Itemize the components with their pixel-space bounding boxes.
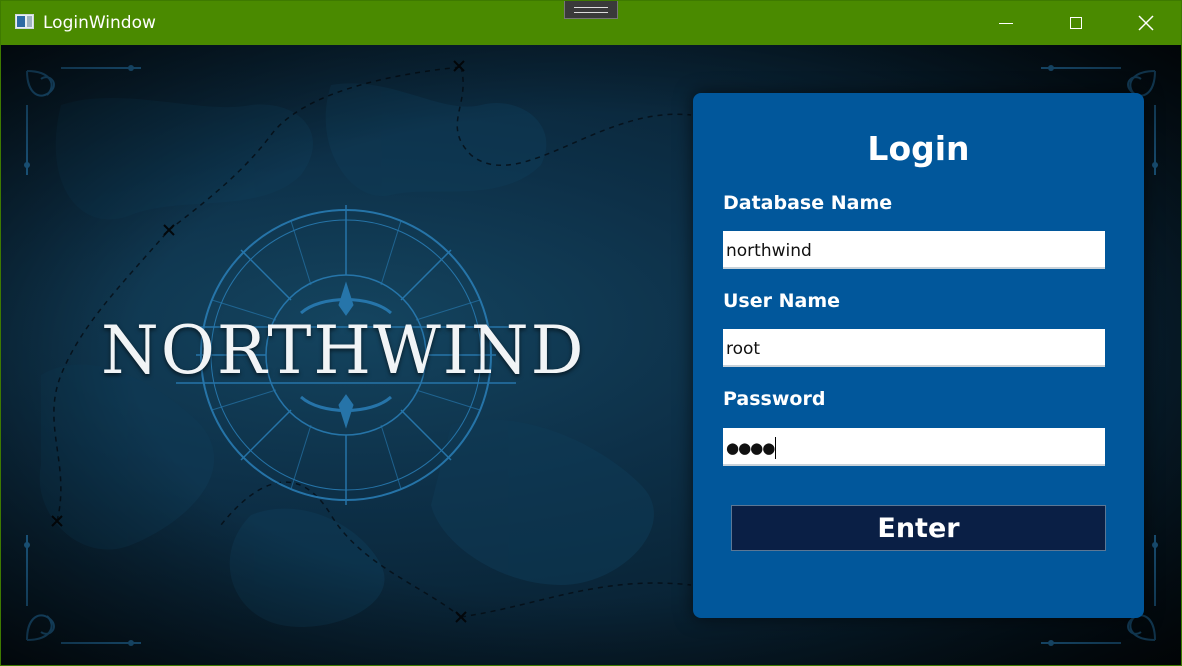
user-name-value: root bbox=[726, 338, 761, 359]
database-name-value: northwind bbox=[726, 240, 812, 261]
text-caret bbox=[775, 436, 777, 459]
title-bar[interactable]: LoginWindow bbox=[1, 1, 1181, 45]
user-name-input[interactable]: root bbox=[723, 329, 1105, 367]
user-name-label: User Name bbox=[723, 290, 841, 312]
minimize-icon bbox=[999, 22, 1013, 24]
password-value: ●●●● bbox=[726, 438, 775, 457]
database-name-input[interactable]: northwind bbox=[723, 231, 1105, 269]
window-title: LoginWindow bbox=[43, 13, 156, 33]
maximize-button[interactable] bbox=[1041, 1, 1111, 45]
login-title: Login bbox=[867, 129, 970, 168]
login-panel: Login Database Name northwind User Name … bbox=[693, 93, 1144, 618]
app-window-icon bbox=[15, 14, 34, 29]
password-input[interactable]: ●●●● bbox=[723, 428, 1105, 466]
login-window: LoginWindow NORTHWIND Login Database Nam… bbox=[0, 0, 1182, 666]
close-button[interactable] bbox=[1111, 1, 1181, 45]
window-content: NORTHWIND Login Database Name northwind … bbox=[1, 45, 1181, 665]
northwind-logo: NORTHWIND bbox=[101, 312, 586, 389]
password-label: Password bbox=[723, 388, 826, 410]
close-icon bbox=[1138, 15, 1154, 31]
minimize-button[interactable] bbox=[971, 1, 1041, 45]
maximize-icon bbox=[1070, 17, 1082, 29]
database-name-label: Database Name bbox=[723, 192, 893, 214]
snap-layout-handle[interactable] bbox=[564, 1, 618, 19]
enter-button[interactable]: Enter bbox=[731, 505, 1106, 551]
